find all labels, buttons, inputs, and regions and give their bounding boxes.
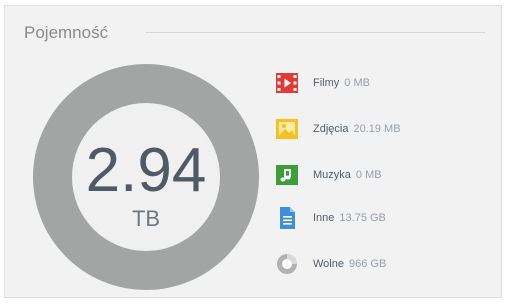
legend-size: 0 MB [355, 169, 382, 181]
image-icon [276, 118, 298, 140]
legend-label: Inne [313, 212, 335, 224]
title-divider [145, 32, 485, 33]
legend-item-muzyka: Muzyka 0 MB [276, 164, 382, 186]
legend-item-filmy: Filmy 0 MB [276, 72, 370, 94]
panel-title: Pojemność [24, 23, 109, 42]
legend-size: 966 GB [348, 258, 387, 270]
legend-item-inne: Inne 13.75 GB [276, 207, 386, 229]
legend-item-zdjecia: Zdjęcia 20.19 MB [276, 118, 401, 140]
legend-item-wolne: Wolne 966 GB [276, 253, 386, 275]
total-capacity-value: 2.94 [85, 136, 207, 205]
pie-chart-icon [276, 253, 298, 275]
legend-size: 20.19 MB [353, 123, 401, 135]
music-icon [276, 164, 298, 186]
capacity-donut-chart: 2.94 TB [33, 64, 259, 290]
legend-label: Zdjęcia [313, 123, 349, 135]
legend-size: 13.75 GB [339, 212, 386, 224]
legend-label: Muzyka [313, 169, 351, 181]
total-capacity-unit: TB [131, 206, 161, 231]
legend-size: 0 MB [344, 77, 370, 89]
film-icon [276, 72, 298, 94]
legend-label: Wolne [313, 258, 344, 270]
legend-label: Filmy [313, 77, 340, 89]
document-icon [276, 207, 298, 229]
